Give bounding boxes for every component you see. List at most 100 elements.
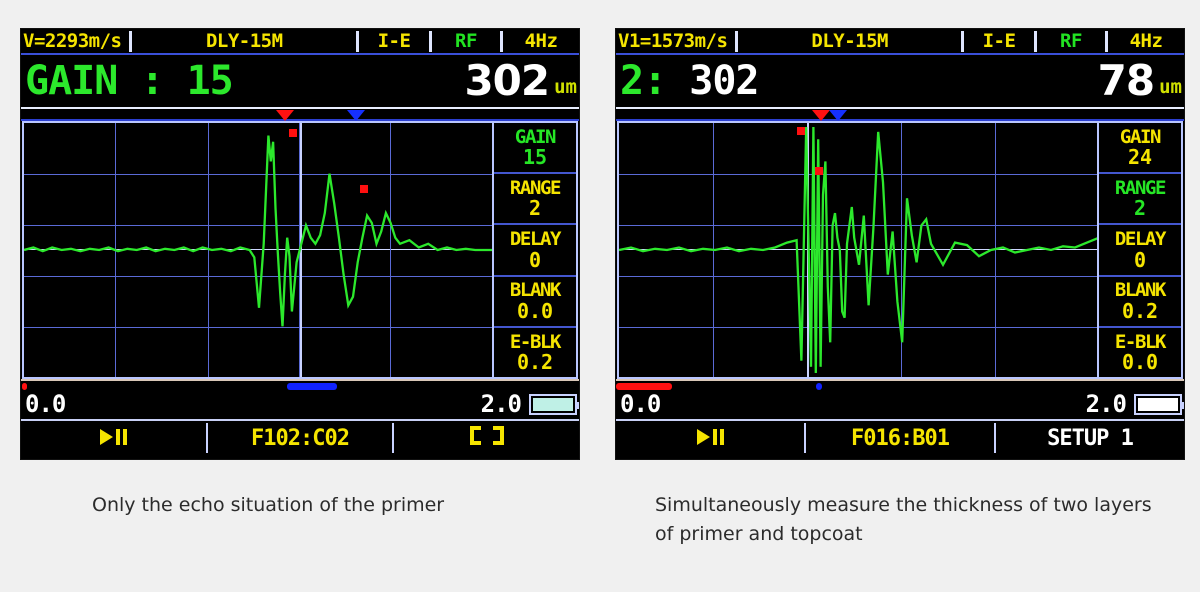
param-label: DELAY: [1114, 228, 1167, 251]
zoom-brackets-button[interactable]: [394, 425, 579, 451]
param-value: 0.0: [516, 298, 554, 323]
function-bar: F102:C02: [21, 421, 579, 455]
display-mode-label[interactable]: RF: [1037, 30, 1105, 52]
thickness-unit: um: [554, 75, 577, 98]
velocity-readout[interactable]: V=2293m/s: [21, 30, 129, 52]
battery-icon: [1134, 393, 1184, 415]
thickness-value: 78: [1097, 56, 1155, 106]
thickness-value: 302: [464, 56, 550, 106]
ultrasonic-gauge-screen-left: V=2293m/s DLY-15M I-E RF 4Hz GAIN : 15 3…: [20, 28, 580, 460]
peak-marker-2-icon: [815, 167, 823, 175]
gain-reading: GAIN : 15: [25, 58, 234, 104]
param-value: 0: [1133, 247, 1147, 272]
play-pause-icon: [99, 428, 127, 445]
peak-marker-1-icon: [289, 129, 297, 137]
battery-level-fill: [533, 397, 573, 411]
param-blank[interactable]: BLANK 0.2: [1099, 277, 1181, 328]
waveform-trace: [24, 135, 492, 327]
status-bar: V=2293m/s DLY-15M I-E RF 4Hz: [21, 29, 579, 55]
param-delay[interactable]: DELAY 0: [494, 225, 576, 277]
range-min-label: 0.0: [620, 390, 661, 418]
param-value: 15: [522, 145, 548, 170]
gate-start-marker-icon[interactable]: [812, 110, 830, 121]
param-value: 0.2: [516, 349, 554, 374]
param-value: 2: [1133, 196, 1147, 221]
echo-mode-label[interactable]: I-E: [964, 30, 1034, 52]
peak-marker-2-icon: [360, 185, 368, 193]
param-value: 2: [528, 196, 542, 221]
gate-end-marker-icon[interactable]: [829, 110, 847, 121]
gain-reading-value: 15: [186, 58, 234, 104]
scale-right-group: 2.0: [1085, 390, 1184, 418]
range-max-label: 2.0: [1085, 390, 1127, 418]
figure-root: V=2293m/s DLY-15M I-E RF 4Hz GAIN : 15 3…: [0, 0, 1200, 592]
ultrasonic-gauge-screen-right: V1=1573m/s DLY-15M I-E RF 4Hz 2: 302 78 …: [615, 28, 1185, 460]
reading-row: GAIN : 15 302 um: [21, 55, 579, 107]
parameter-panel: GAIN 24 RANGE 2 DELAY 0 BLANK 0.2 E-BLK: [1097, 121, 1183, 379]
layer-thickness-value: 302: [689, 58, 759, 104]
gate-marker-strip[interactable]: [21, 107, 579, 121]
gate-scale-strip[interactable]: [616, 379, 1184, 390]
range-scale-row: 0.0 2.0: [616, 389, 1184, 421]
param-e-blk[interactable]: E-BLK 0.0: [1099, 328, 1181, 377]
range-min-label: 0.0: [25, 390, 66, 418]
param-label: E-BLK: [1114, 330, 1167, 353]
gate-end-marker-icon[interactable]: [347, 110, 365, 121]
param-delay[interactable]: DELAY 0: [1099, 225, 1181, 277]
freeze-button[interactable]: [21, 426, 206, 451]
param-gain[interactable]: GAIN 24: [1099, 123, 1181, 175]
param-e-blk[interactable]: E-BLK 0.2: [494, 328, 576, 377]
gain-reading-label: GAIN :: [25, 58, 164, 104]
param-range[interactable]: RANGE 2: [1099, 174, 1181, 226]
param-gain[interactable]: GAIN 15: [494, 123, 576, 175]
caption-right: Simultaneously measure the thickness of …: [655, 494, 1152, 546]
setup-label[interactable]: SETUP 1: [996, 426, 1184, 451]
scope-row: GAIN 15 RANGE 2 DELAY 0 BLANK 0.0 E-BLK: [21, 121, 579, 379]
delay-mode-label[interactable]: DLY-15M: [738, 30, 961, 52]
file-id-label[interactable]: F102:C02: [208, 426, 393, 451]
brackets-icon: [469, 425, 504, 445]
freeze-button[interactable]: [616, 426, 804, 451]
layer-index-label: 2:: [620, 58, 667, 104]
param-value: 0.2: [1121, 298, 1159, 323]
range-max-label: 2.0: [480, 390, 522, 418]
param-value: 24: [1127, 145, 1153, 170]
thickness-unit: um: [1159, 75, 1182, 98]
a-scan-waveform-display[interactable]: [617, 121, 1097, 379]
param-blank[interactable]: BLANK 0.0: [494, 277, 576, 328]
play-pause-icon: [696, 428, 724, 445]
reading-row: 2: 302 78 um: [616, 55, 1184, 107]
gate-marker-strip[interactable]: [616, 107, 1184, 121]
range-scale-row: 0.0 2.0: [21, 389, 579, 421]
param-value: 0: [528, 247, 542, 272]
scale-right-group: 2.0: [480, 390, 579, 418]
function-bar: F016:B01 SETUP 1: [616, 421, 1184, 455]
velocity-readout[interactable]: V1=1573m/s: [616, 30, 735, 52]
battery-level-fill: [1138, 397, 1178, 411]
param-value: 0.0: [1121, 349, 1159, 374]
display-mode-label[interactable]: RF: [432, 30, 500, 52]
caption-left: Only the echo situation of the primer: [92, 494, 445, 516]
delay-mode-label[interactable]: DLY-15M: [132, 30, 356, 52]
param-label: E-BLK: [509, 330, 562, 353]
frequency-label[interactable]: 4Hz: [503, 30, 579, 52]
layer-reading: 2: 302: [620, 58, 760, 104]
param-label: DELAY: [509, 228, 562, 251]
gate-start-marker-icon[interactable]: [276, 110, 294, 121]
battery-icon: [529, 393, 579, 415]
thickness-reading: 78 um: [1097, 56, 1182, 106]
status-bar: V1=1573m/s DLY-15M I-E RF 4Hz: [616, 29, 1184, 55]
echo-mode-label[interactable]: I-E: [359, 30, 429, 52]
gate-scale-strip[interactable]: [21, 379, 579, 390]
peak-marker-1-icon: [797, 127, 805, 135]
param-label: BLANK: [509, 279, 562, 302]
a-scan-waveform-display[interactable]: [22, 121, 492, 379]
waveform-trace: [619, 126, 1097, 374]
frequency-label[interactable]: 4Hz: [1108, 30, 1184, 52]
file-id-label[interactable]: F016:B01: [806, 426, 994, 451]
thickness-reading: 302 um: [464, 56, 577, 106]
scope-row: GAIN 24 RANGE 2 DELAY 0 BLANK 0.2 E-BLK: [616, 121, 1184, 379]
param-range[interactable]: RANGE 2: [494, 174, 576, 226]
parameter-panel: GAIN 15 RANGE 2 DELAY 0 BLANK 0.0 E-BLK: [492, 121, 578, 379]
param-label: BLANK: [1114, 279, 1167, 302]
